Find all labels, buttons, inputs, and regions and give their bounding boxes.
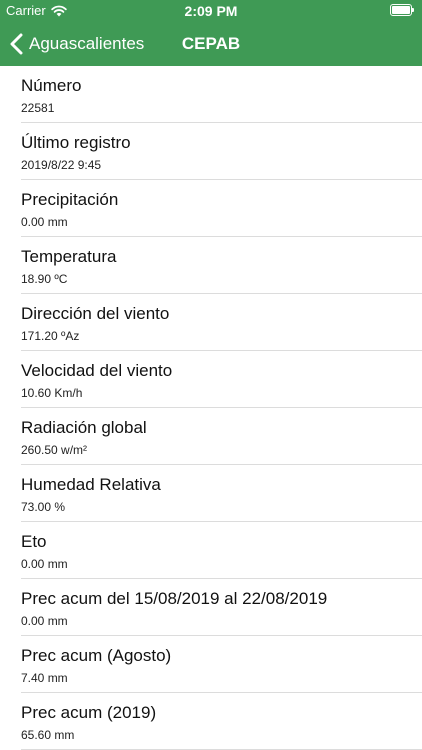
list-item[interactable]: Número 22581 (0, 66, 422, 123)
list-item[interactable]: Humedad Relativa 73.00 % (0, 465, 422, 522)
list-item-label: Radiación global (21, 418, 147, 437)
station-data-list[interactable]: Número 22581 Último registro 2019/8/22 9:45… (0, 66, 422, 750)
list-item-label: Temperatura (21, 247, 117, 266)
list-item-label: Prec acum (2019) (21, 703, 157, 722)
list-item-value: 0.00 mm (21, 557, 68, 571)
list-item-value: 2019/8/22 9:45 (21, 158, 102, 172)
list-item-value: 10.60 Km/h (21, 386, 83, 400)
list-item[interactable]: Velocidad del viento 10.60 Km/h (0, 351, 422, 408)
list-item[interactable]: Dirección del viento 171.20 ºAz (0, 294, 422, 351)
battery-fill (392, 6, 410, 14)
list-item-value: 65.60 mm (21, 728, 75, 742)
page-title: CEPAB (181, 34, 241, 53)
list-item-label: Prec acum (Agosto) (21, 646, 172, 665)
list-item[interactable]: Precipitación 0.00 mm (0, 180, 422, 237)
status-bar: Carrier 2:09 PM (0, 0, 422, 22)
list-item-label: Dirección del viento (21, 304, 170, 323)
list-item-label: Prec acum del 15/08/2019 al 22/08/2019 (21, 589, 328, 608)
list-item-value: 22581 (21, 101, 55, 115)
list-item[interactable]: Prec acum (2019) 65.60 mm (0, 693, 422, 750)
header: Carrier 2:09 PM Aguascalientes CEPAB (0, 0, 422, 66)
list-item-label: Último registro (21, 133, 131, 152)
list-item-value: 171.20 ºAz (21, 329, 80, 343)
battery-icon (390, 4, 414, 16)
list-item-label: Eto (21, 532, 47, 551)
navigation-bar: Aguascalientes CEPAB (0, 22, 422, 66)
list-item[interactable]: Radiación global 260.50 w/m² (0, 408, 422, 465)
battery-cap (412, 8, 414, 12)
list-item-label: Velocidad del viento (21, 361, 173, 380)
list-item-value: 7.40 mm (21, 671, 68, 685)
list-item-value: 260.50 w/m² (21, 443, 88, 457)
status-time: 2:09 PM (184, 3, 238, 19)
list-item[interactable]: Temperatura 18.90 ºC (0, 237, 422, 294)
list-item-value: 0.00 mm (21, 215, 68, 229)
list-item[interactable]: Eto 0.00 mm (0, 522, 422, 579)
list-item[interactable]: Último registro 2019/8/22 9:45 (0, 123, 422, 180)
list-item-label: Número (21, 76, 82, 95)
list-item-value: 73.00 % (21, 500, 66, 514)
list-item-label: Precipitación (21, 190, 119, 209)
list-item-value: 0.00 mm (21, 614, 68, 628)
list-item-value: 18.90 ºC (21, 272, 68, 286)
list-item[interactable]: Prec acum (Agosto) 7.40 mm (0, 636, 422, 693)
list-item-label: Humedad Relativa (21, 475, 161, 494)
list-item[interactable]: Prec acum del 15/08/2019 al 22/08/2019 0.… (0, 579, 422, 636)
